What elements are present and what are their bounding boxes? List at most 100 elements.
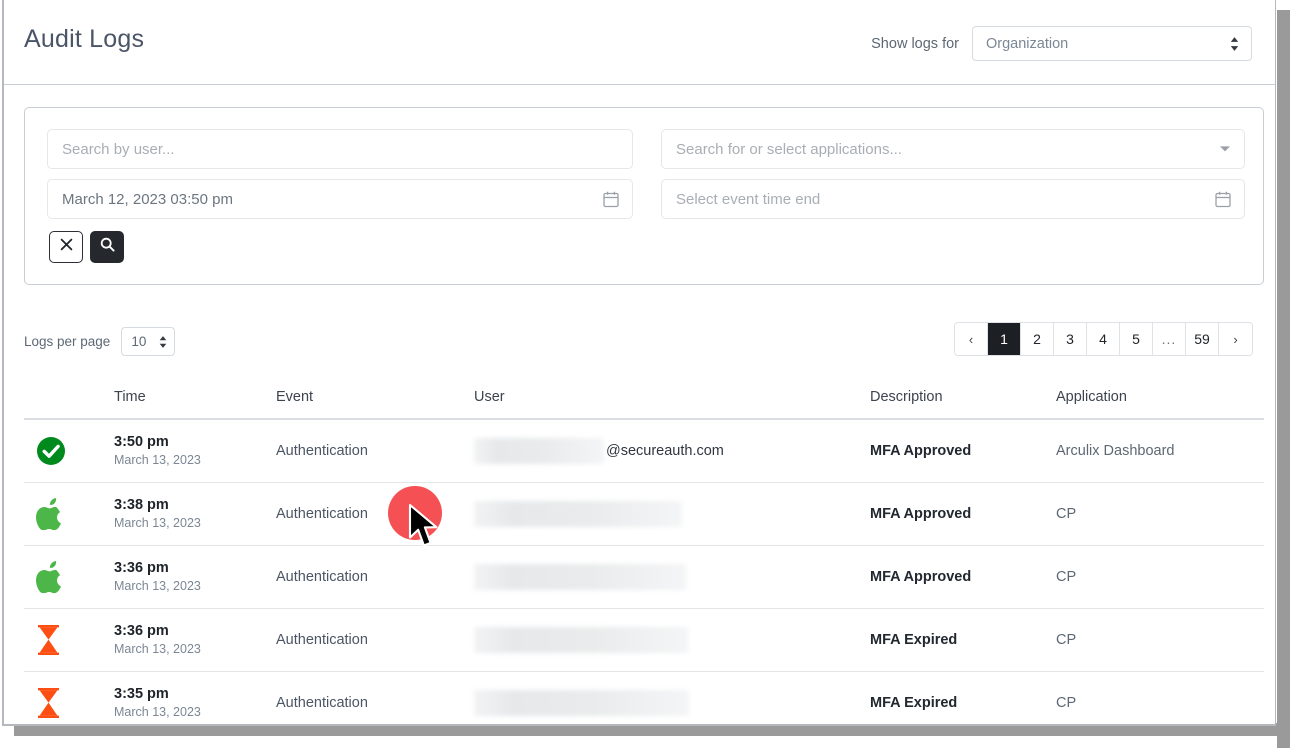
redacted-username xyxy=(474,438,604,464)
show-logs-for-group: Show logs for Organization xyxy=(871,26,1252,61)
stepper-updown-icon xyxy=(1230,36,1239,51)
event-time-start-input[interactable]: March 12, 2023 03:50 pm xyxy=(47,179,633,219)
row-user-cell xyxy=(474,501,870,527)
event-time-end-placeholder: Select event time end xyxy=(676,190,821,208)
row-date-value: March 13, 2023 xyxy=(114,705,201,719)
row-description-cell: MFA Approved xyxy=(870,506,972,522)
row-event-cell: Authentication xyxy=(276,506,368,522)
event-time-end-input[interactable]: Select event time end xyxy=(661,179,1245,219)
search-user-placeholder: Search by user... xyxy=(62,140,175,158)
row-user-domain: @secureauth.com xyxy=(606,443,724,459)
event-time-start-value: March 12, 2023 03:50 pm xyxy=(62,190,233,208)
row-time-value: 3:35 pm xyxy=(114,686,169,702)
table-row[interactable]: 3:36 pm March 13, 2023 Authentication MFA A… xyxy=(24,546,1264,609)
row-event-cell: Authentication xyxy=(276,632,368,648)
row-date-value: March 13, 2023 xyxy=(114,516,201,530)
row-application-cell: CP xyxy=(1056,506,1077,522)
pagination-page-1[interactable]: 1 xyxy=(988,323,1021,355)
page-header: Audit Logs Show logs for Organization xyxy=(4,0,1275,85)
search-applications-placeholder: Search for or select applications... xyxy=(676,140,902,158)
row-user-cell xyxy=(474,690,870,716)
pagination-prev[interactable]: ‹ xyxy=(955,323,988,355)
logs-per-page-group: Logs per page 10 xyxy=(24,327,176,356)
clear-filters-button[interactable] xyxy=(49,231,83,263)
row-event-cell: Authentication xyxy=(276,695,368,711)
filter-panel: Search by user... Search for or select a… xyxy=(24,107,1264,285)
chevron-down-icon[interactable] xyxy=(1219,145,1231,153)
pagination-page-3[interactable]: 3 xyxy=(1054,323,1087,355)
table-row[interactable]: 3:50 pm March 13, 2023 Authentication @secu… xyxy=(24,420,1264,483)
redacted-username xyxy=(474,501,682,527)
row-application-cell: CP xyxy=(1056,632,1077,648)
apple-logo-icon xyxy=(36,498,63,530)
redacted-username xyxy=(474,564,686,590)
row-description-cell: MFA Approved xyxy=(870,569,972,585)
table-header-row: Time Event User Description Application xyxy=(24,376,1264,420)
redacted-username xyxy=(474,690,689,716)
click-indicator xyxy=(388,486,442,540)
row-time-value: 3:36 pm xyxy=(114,623,169,639)
calendar-icon[interactable] xyxy=(1215,191,1231,208)
page-title: Audit Logs xyxy=(24,25,145,53)
redacted-username xyxy=(474,627,688,653)
column-header-event: Event xyxy=(276,389,314,405)
column-header-description: Description xyxy=(870,389,943,405)
audit-log-table: Time Event User Description Application … xyxy=(24,376,1264,724)
calendar-icon[interactable] xyxy=(603,191,619,208)
row-date-value: March 13, 2023 xyxy=(114,453,201,467)
window-shadow-right xyxy=(1277,10,1290,748)
pagination-page-4[interactable]: 4 xyxy=(1087,323,1120,355)
column-header-application: Application xyxy=(1056,389,1127,405)
column-header-time: Time xyxy=(114,389,146,405)
column-header-user: User xyxy=(474,389,505,405)
pagination-next[interactable]: › xyxy=(1219,323,1252,355)
search-icon xyxy=(100,237,115,257)
table-row[interactable]: 3:38 pm March 13, 2023 Authentication MFA A… xyxy=(24,483,1264,546)
organization-select-value: Organization xyxy=(986,35,1069,52)
row-date-value: March 13, 2023 xyxy=(114,642,201,656)
logs-per-page-value: 10 xyxy=(131,334,147,349)
row-user-cell: @secureauth.com xyxy=(474,438,870,464)
hourglass-icon xyxy=(36,624,61,656)
table-row[interactable]: 3:36 pm March 13, 2023 Authentication MFA E… xyxy=(24,609,1264,672)
pagination: ‹ 1 2 3 4 5... 59 › xyxy=(954,322,1253,356)
row-application-cell: CP xyxy=(1056,569,1077,585)
stepper-updown-icon xyxy=(159,335,167,348)
row-status-cell xyxy=(24,498,114,530)
row-time-cell: 3:35 pm March 13, 2023 xyxy=(114,686,276,720)
apple-logo-icon xyxy=(36,561,63,593)
organization-select[interactable]: Organization xyxy=(972,26,1252,61)
row-date-value: March 13, 2023 xyxy=(114,579,201,593)
row-time-cell: 3:36 pm March 13, 2023 xyxy=(114,623,276,657)
row-user-cell xyxy=(474,564,870,590)
row-time-value: 3:38 pm xyxy=(114,497,169,513)
row-time-cell: 3:50 pm March 13, 2023 xyxy=(114,434,276,468)
row-status-cell xyxy=(24,624,114,656)
row-time-cell: 3:38 pm March 13, 2023 xyxy=(114,497,276,531)
table-row[interactable]: 3:35 pm March 13, 2023 Authentication MFA E… xyxy=(24,672,1264,724)
row-time-cell: 3:36 pm March 13, 2023 xyxy=(114,560,276,594)
search-user-input[interactable]: Search by user... xyxy=(47,129,633,169)
search-applications-input[interactable]: Search for or select applications... xyxy=(661,129,1245,169)
row-user-cell xyxy=(474,627,870,653)
row-application-cell: Arculix Dashboard xyxy=(1056,443,1175,459)
close-x-icon xyxy=(60,238,73,256)
pagination-page-59[interactable]: 59 xyxy=(1186,323,1219,355)
logs-per-page-select[interactable]: 10 xyxy=(121,327,176,356)
row-time-value: 3:36 pm xyxy=(114,560,169,576)
row-event-cell: Authentication xyxy=(276,569,368,585)
green-check-circle-icon xyxy=(36,436,66,466)
browser-window: Audit Logs Show logs for Organization Se… xyxy=(0,0,1297,748)
table-body: 3:50 pm March 13, 2023 Authentication @secu… xyxy=(24,420,1264,724)
row-time-value: 3:50 pm xyxy=(114,434,169,450)
pagination-ellipsis: ... xyxy=(1153,323,1186,355)
logs-per-page-label: Logs per page xyxy=(24,334,111,349)
pagination-page-5[interactable]: 5 xyxy=(1120,323,1153,355)
row-description-cell: MFA Expired xyxy=(870,695,958,711)
row-status-cell xyxy=(24,436,114,466)
row-description-cell: MFA Expired xyxy=(870,632,958,648)
apply-search-button[interactable] xyxy=(90,231,124,263)
hourglass-icon xyxy=(36,687,61,719)
pagination-page-2[interactable]: 2 xyxy=(1021,323,1054,355)
page-content: Audit Logs Show logs for Organization Se… xyxy=(2,0,1276,726)
